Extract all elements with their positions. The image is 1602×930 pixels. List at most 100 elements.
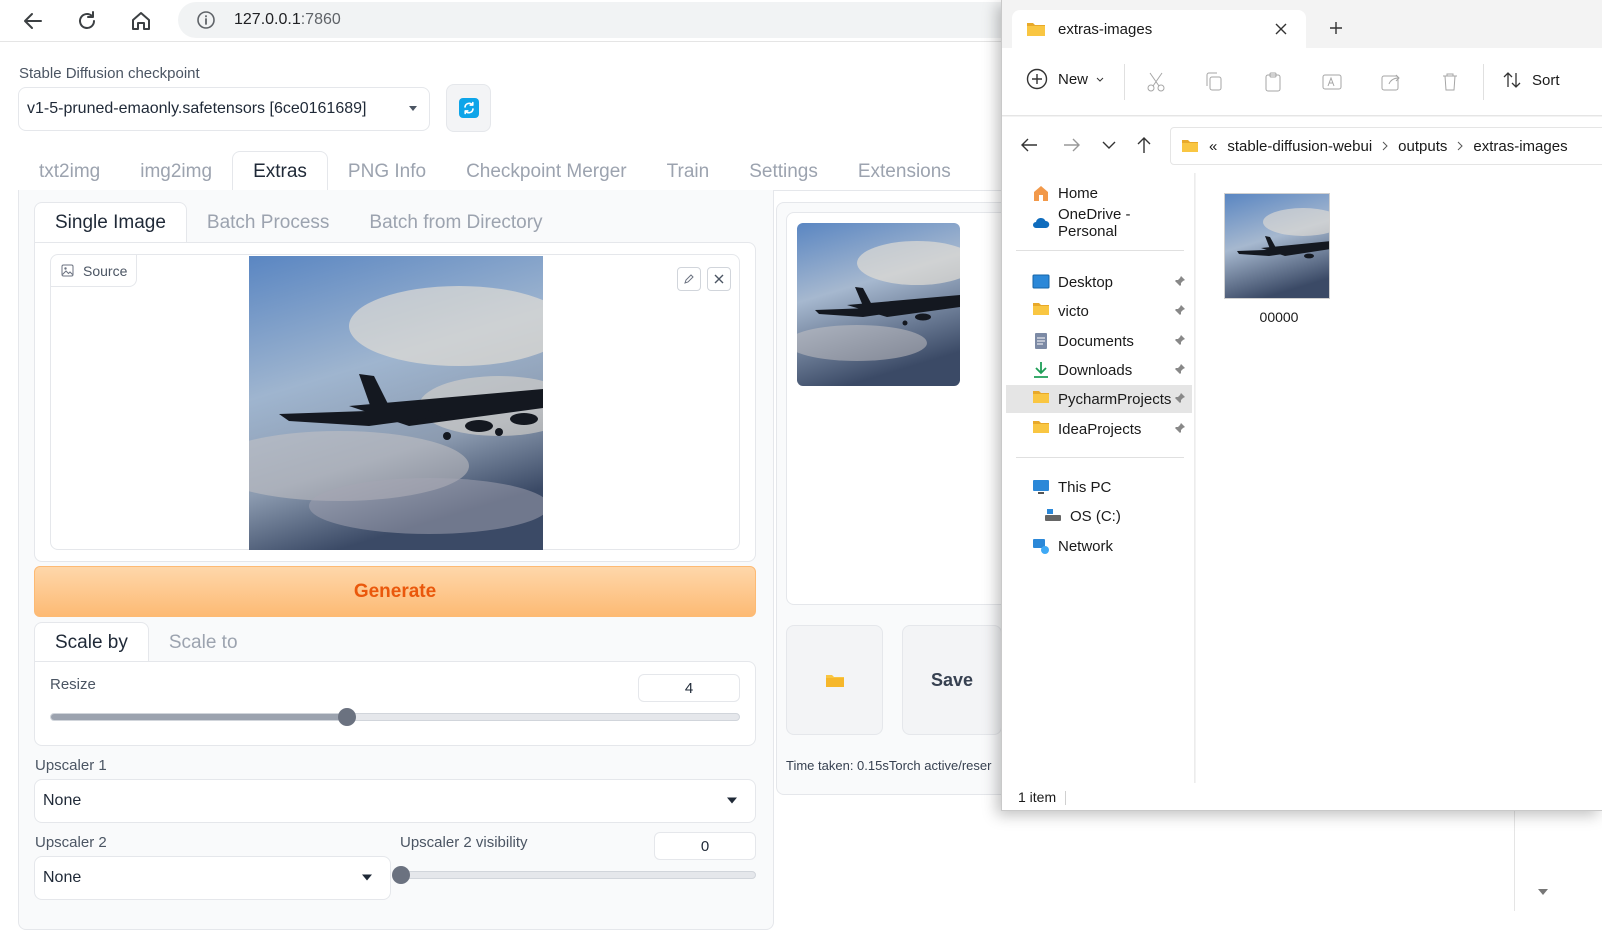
resize-slider-thumb[interactable] <box>337 708 356 726</box>
pencil-icon <box>683 273 695 285</box>
generate-button[interactable]: Generate <box>34 566 756 617</box>
time-taken-text: Time taken: 0.15sTorch active/reser <box>786 758 992 773</box>
cut-icon[interactable] <box>1144 70 1168 94</box>
scroll-down-icon[interactable] <box>1536 885 1550 899</box>
close-tab-icon[interactable] <box>1274 22 1288 36</box>
sidebar-item-downloads[interactable]: Downloads <box>1006 356 1192 384</box>
edit-image-button[interactable] <box>677 267 701 291</box>
resize-number-input[interactable]: 4 <box>638 674 740 702</box>
tab-train[interactable]: Train <box>647 153 730 191</box>
file-name: 00000 <box>1259 309 1299 325</box>
resize-slider[interactable] <box>50 708 740 726</box>
breadcrumb-overflow[interactable]: « <box>1209 138 1217 155</box>
tab-batch-from-directory[interactable]: Batch from Directory <box>349 204 562 242</box>
pin-icon <box>1174 422 1186 434</box>
sidebar-item-this-pc[interactable]: This PC <box>1006 473 1192 501</box>
back-arrow-icon[interactable] <box>1020 137 1038 153</box>
folder-icon <box>1032 390 1050 408</box>
plus-circle-icon <box>1026 68 1048 90</box>
explorer-status-bar: 1 item <box>1002 783 1602 810</box>
extras-sub-tabs: Single Image Batch Process Batch from Di… <box>34 202 563 242</box>
caret-down-icon <box>409 106 417 112</box>
close-icon <box>713 273 725 285</box>
breadcrumb-item[interactable]: stable-diffusion-webui <box>1227 138 1372 155</box>
save-button[interactable]: Save <box>902 625 1002 735</box>
upscaler1-dropdown[interactable]: None <box>34 779 756 823</box>
breadcrumb[interactable]: « stable-diffusion-webui outputs extras-… <box>1170 127 1602 165</box>
upscaler2-visibility-thumb[interactable] <box>392 866 410 884</box>
tab-single-image[interactable]: Single Image <box>34 202 187 242</box>
reload-icon[interactable] <box>72 6 102 36</box>
share-icon[interactable] <box>1379 70 1403 94</box>
url-host: 127.0.0.1 <box>234 11 301 28</box>
checkpoint-dropdown[interactable]: v1-5-pruned-emaonly.safetensors [6ce0161… <box>18 87 430 131</box>
upscaler2-value: None <box>43 869 82 886</box>
file-explorer-window: extras-images New Sort « stable-diffusio… <box>1001 0 1602 811</box>
new-button[interactable]: New <box>1026 68 1104 90</box>
chevron-right-icon <box>1457 141 1464 151</box>
back-icon[interactable] <box>18 6 48 36</box>
refresh-icon <box>458 98 479 118</box>
upscaler1-label: Upscaler 1 <box>35 757 107 774</box>
tab-extensions[interactable]: Extensions <box>838 153 971 191</box>
clear-image-button[interactable] <box>707 267 731 291</box>
tab-extras[interactable]: Extras <box>232 151 328 191</box>
rename-icon[interactable] <box>1320 70 1344 94</box>
new-tab-icon[interactable] <box>1328 20 1344 36</box>
sidebar-item-pycharmprojects[interactable]: PycharmProjects <box>1006 385 1192 413</box>
delete-icon[interactable] <box>1438 70 1462 94</box>
address-bar[interactable]: 127.0.0.1:7860 <box>178 2 1038 38</box>
sidebar-item-onedrive[interactable]: OneDrive - Personal <box>1006 206 1192 240</box>
sidebar-item-documents[interactable]: Documents <box>1006 327 1192 355</box>
explorer-sidebar: Home OneDrive - Personal Desktop victo D… <box>1002 173 1195 783</box>
explorer-tab[interactable]: extras-images <box>1012 10 1306 48</box>
source-image-dropzone[interactable]: Source <box>50 254 740 550</box>
folder-icon <box>1032 302 1050 320</box>
breadcrumb-item[interactable]: outputs <box>1398 138 1447 155</box>
upscaler2-dropdown[interactable]: None <box>34 856 391 900</box>
sidebar-item-ideaprojects[interactable]: IdeaProjects <box>1006 415 1192 443</box>
pin-icon <box>1174 334 1186 346</box>
download-icon <box>1032 361 1050 379</box>
paste-icon[interactable] <box>1261 70 1285 94</box>
url-port: :7860 <box>300 11 341 28</box>
sidebar-item-home[interactable]: Home <box>1006 179 1192 207</box>
resize-slider-fill <box>51 714 347 720</box>
recent-locations-icon[interactable] <box>1102 141 1116 149</box>
upscaler2-visibility-input[interactable]: 0 <box>654 832 756 860</box>
breadcrumb-item[interactable]: extras-images <box>1473 138 1567 155</box>
tab-scale-to[interactable]: Scale to <box>149 624 258 662</box>
sidebar-item-os-c[interactable]: OS (C:) <box>1006 502 1192 530</box>
checkpoint-value: v1-5-pruned-emaonly.safetensors [6ce0161… <box>27 100 367 117</box>
computer-icon <box>1032 478 1050 496</box>
sidebar-item-desktop[interactable]: Desktop <box>1006 268 1192 296</box>
explorer-nav-bar: « stable-diffusion-webui outputs extras-… <box>1002 117 1602 173</box>
forward-arrow-icon[interactable] <box>1063 137 1081 153</box>
upscaler2-visibility-slider[interactable] <box>392 866 756 884</box>
tab-scale-by[interactable]: Scale by <box>34 622 149 662</box>
file-thumbnail[interactable] <box>1224 193 1330 299</box>
tab-txt2img[interactable]: txt2img <box>19 153 120 191</box>
home-icon <box>1032 184 1050 202</box>
refresh-checkpoint-button[interactable] <box>446 84 491 132</box>
up-arrow-icon[interactable] <box>1136 136 1152 154</box>
open-folder-button[interactable] <box>786 625 883 735</box>
resize-label: Resize <box>50 676 96 693</box>
tab-checkpoint-merger[interactable]: Checkpoint Merger <box>446 153 647 191</box>
tab-img2img[interactable]: img2img <box>120 153 232 191</box>
tab-png-info[interactable]: PNG Info <box>328 153 446 191</box>
home-icon[interactable] <box>126 6 156 36</box>
tab-batch-process[interactable]: Batch Process <box>187 204 350 242</box>
cloud-icon <box>1032 214 1050 232</box>
chevron-right-icon <box>1382 141 1388 151</box>
tab-settings[interactable]: Settings <box>729 153 838 191</box>
sidebar-item-network[interactable]: Network <box>1006 532 1192 560</box>
network-icon <box>1032 537 1050 555</box>
sort-button[interactable]: Sort <box>1502 70 1560 90</box>
main-tabs: txt2img img2img Extras PNG Info Checkpoi… <box>19 151 971 191</box>
toolbar-divider <box>1124 64 1125 100</box>
output-thumbnail[interactable] <box>797 223 960 386</box>
copy-icon[interactable] <box>1202 70 1226 94</box>
site-info-icon[interactable] <box>196 10 216 30</box>
sidebar-item-victo[interactable]: victo <box>1006 297 1192 325</box>
